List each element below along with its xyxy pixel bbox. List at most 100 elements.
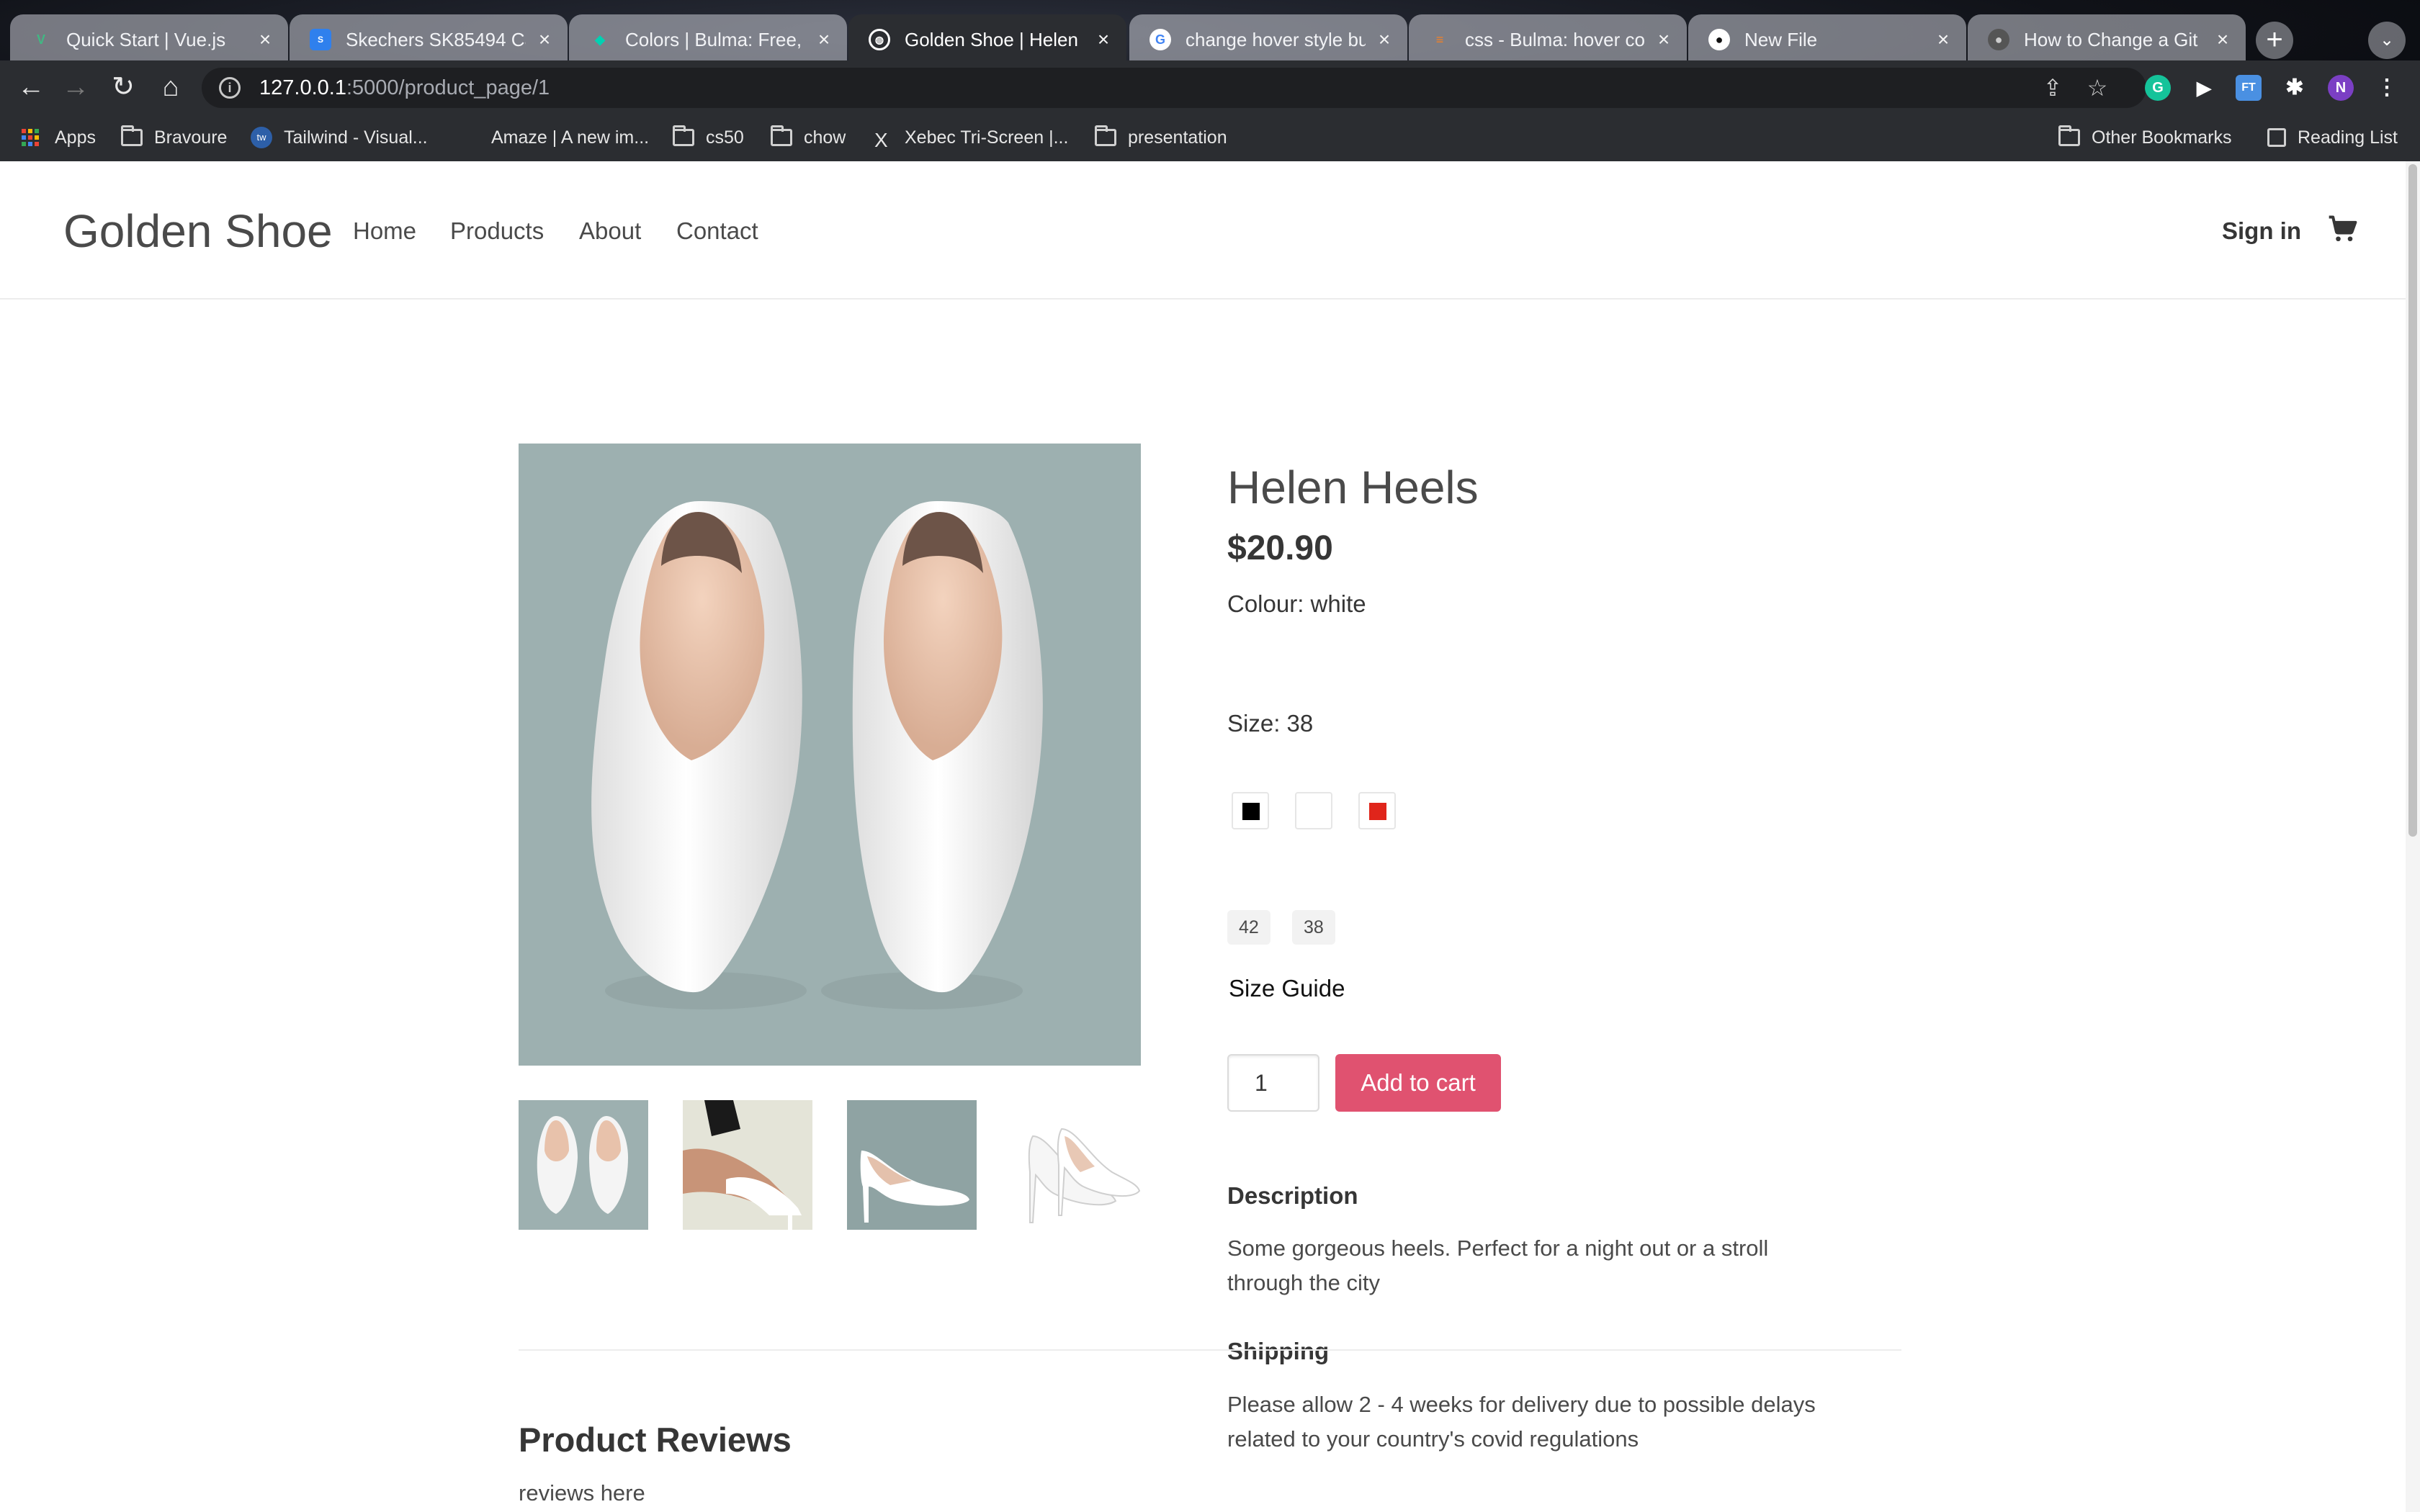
black-swatch	[1242, 803, 1260, 820]
bookmark-amaze[interactable]: Amaze | A new im...	[491, 114, 649, 161]
thumbnail-4[interactable]	[1011, 1100, 1141, 1230]
close-icon[interactable]: ×	[1093, 28, 1113, 51]
share-icon[interactable]: ⇪	[2038, 73, 2067, 102]
home-icon[interactable]: ⌂	[153, 69, 189, 105]
product-main-image[interactable]	[519, 444, 1141, 1066]
reviews-heading: Product Reviews	[519, 1421, 792, 1459]
browser-menu-icon[interactable]: ⋮	[2374, 75, 2400, 101]
quantity-input[interactable]: 1	[1227, 1054, 1319, 1112]
bookmark-bravoure[interactable]: Bravoure	[121, 114, 227, 161]
size-option-42[interactable]: 42	[1227, 910, 1270, 945]
site-info-icon[interactable]: i	[219, 77, 241, 99]
add-to-cart-button[interactable]: Add to cart	[1335, 1054, 1501, 1112]
apps-grid-icon	[22, 129, 43, 146]
bookmark-label: Apps	[55, 127, 96, 148]
back-icon[interactable]: ←	[13, 69, 49, 105]
bookmark-tailwind[interactable]: tw Tailwind - Visual...	[251, 114, 428, 161]
nav-contact[interactable]: Contact	[676, 217, 758, 245]
colour-option-white[interactable]	[1295, 792, 1332, 829]
thumbnail-heel-side-view	[860, 1151, 969, 1223]
close-icon[interactable]: ×	[1374, 28, 1394, 51]
nav-home[interactable]: Home	[353, 217, 416, 245]
cart-icon[interactable]	[2326, 213, 2358, 245]
close-icon[interactable]: ×	[1933, 28, 1953, 51]
grammarly-icon[interactable]: G	[2145, 75, 2171, 101]
reading-list-icon	[2267, 128, 2286, 147]
reviews-body: reviews here	[519, 1480, 645, 1506]
description-heading: Description	[1227, 1182, 1358, 1209]
bookmark-label: presentation	[1128, 127, 1227, 148]
extensions-puzzle-icon[interactable]: ✱	[2282, 75, 2308, 101]
close-icon[interactable]: ×	[255, 28, 275, 51]
page-content: Golden Shoe Home Products About Contact …	[0, 161, 2406, 1512]
tab-title: Golden Shoe | Helen H	[905, 28, 1085, 50]
tab-git-remote[interactable]: ● How to Change a Git R ×	[1968, 14, 2246, 65]
scrollbar-thumb[interactable]	[2408, 164, 2417, 837]
thumbnail-heels-top-view	[537, 1116, 628, 1214]
bookmark-xebec[interactable]: X Xebec Tri-Screen |...	[874, 114, 1068, 161]
bookmark-apps[interactable]: Apps	[22, 114, 96, 161]
close-icon[interactable]: ×	[1654, 28, 1674, 51]
thumbnail-3[interactable]	[847, 1100, 977, 1230]
bookmark-label: Bravoure	[154, 127, 228, 148]
bookmarks-bar: Apps Bravoure tw Tailwind - Visual... Am…	[0, 114, 2420, 161]
folder-icon	[1095, 125, 1116, 146]
colour-label: Colour: white	[1227, 590, 1366, 617]
tab-vue[interactable]: V Quick Start | Vue.js ×	[10, 14, 288, 65]
close-icon[interactable]: ×	[814, 28, 834, 51]
bookmark-label: chow	[804, 127, 846, 148]
nav-about[interactable]: About	[579, 217, 641, 245]
bookmark-star-icon[interactable]: ☆	[2083, 73, 2112, 102]
site-navbar: Golden Shoe Home Products About Contact …	[0, 161, 2406, 300]
address-bar[interactable]: i 127.0.0.1:5000/product_page/1 ⇪ ☆	[202, 68, 2146, 108]
colour-option-black[interactable]	[1232, 792, 1269, 829]
size-option-38[interactable]: 38	[1292, 910, 1335, 945]
browser-toolbar: ← → ↻ ⌂ i 127.0.0.1:5000/product_page/1 …	[0, 60, 2420, 114]
bookmark-presentation[interactable]: presentation	[1095, 114, 1227, 161]
tab-bulma-colors[interactable]: ◆ Colors | Bulma: Free, o ×	[569, 14, 847, 65]
thumbnail-heels-pair	[1028, 1128, 1141, 1223]
white-heels-image	[591, 501, 1043, 1009]
bookmark-cs50[interactable]: cs50	[673, 114, 744, 161]
bookmark-label: Xebec Tri-Screen |...	[905, 127, 1069, 148]
x-icon: X	[874, 129, 888, 151]
close-icon[interactable]: ×	[534, 28, 555, 51]
reload-icon[interactable]: ↻	[105, 69, 141, 105]
colour-option-red[interactable]	[1358, 792, 1396, 829]
new-tab-button[interactable]: +	[2256, 22, 2293, 59]
description-text-line-1: Some gorgeous heels. Perfect for a night…	[1227, 1236, 1769, 1261]
vue-icon: V	[36, 32, 45, 47]
tab-golden-shoe[interactable]: ◍ Golden Shoe | Helen H ×	[848, 14, 1126, 65]
tab-search-icon[interactable]: ⌄	[2368, 22, 2406, 59]
folder-icon	[673, 125, 694, 146]
tab-stackoverflow[interactable]: ≡ css - Bulma: hover col ×	[1409, 14, 1687, 65]
thumbnail-heel-on-foot	[683, 1100, 802, 1230]
play-icon[interactable]: ▶	[2191, 75, 2217, 101]
bookmark-other[interactable]: Other Bookmarks	[2058, 114, 2232, 161]
bookmark-chow[interactable]: chow	[771, 114, 846, 161]
reading-list[interactable]: Reading List	[2267, 114, 2398, 161]
tab-title: change hover style bu	[1186, 28, 1366, 50]
extension-ft-icon[interactable]: FT	[2236, 75, 2262, 101]
size-guide-link[interactable]: Size Guide	[1229, 975, 1345, 1002]
tab-google[interactable]: G change hover style bu ×	[1129, 14, 1407, 65]
tab-github[interactable]: ● New File ×	[1688, 14, 1966, 65]
brand-logo[interactable]: Golden Shoe	[63, 204, 333, 258]
page-scrollbar[interactable]	[2406, 161, 2420, 1512]
thumbnail-1[interactable]	[519, 1100, 648, 1230]
close-icon[interactable]: ×	[2213, 28, 2233, 51]
url-host: 127.0.0.1	[259, 76, 346, 99]
description-text-line-2: through the city	[1227, 1270, 1380, 1295]
sign-in-link[interactable]: Sign in	[2222, 217, 2301, 245]
github-icon: ●	[1708, 29, 1730, 50]
tab-strip: V Quick Start | Vue.js × S Skechers SK85…	[0, 6, 2420, 66]
nav-products[interactable]: Products	[450, 217, 544, 245]
bookmark-label: Tailwind - Visual...	[284, 127, 428, 148]
thumbnail-2[interactable]	[683, 1100, 812, 1230]
forward-icon[interactable]: →	[58, 69, 94, 105]
tab-title: Quick Start | Vue.js	[66, 28, 226, 50]
profile-avatar[interactable]: N	[2328, 75, 2354, 101]
shipping-heading: Shipping	[1227, 1338, 1330, 1364]
tab-skechers[interactable]: S Skechers SK85494 Ca ×	[290, 14, 568, 65]
white-swatch	[1306, 803, 1323, 820]
